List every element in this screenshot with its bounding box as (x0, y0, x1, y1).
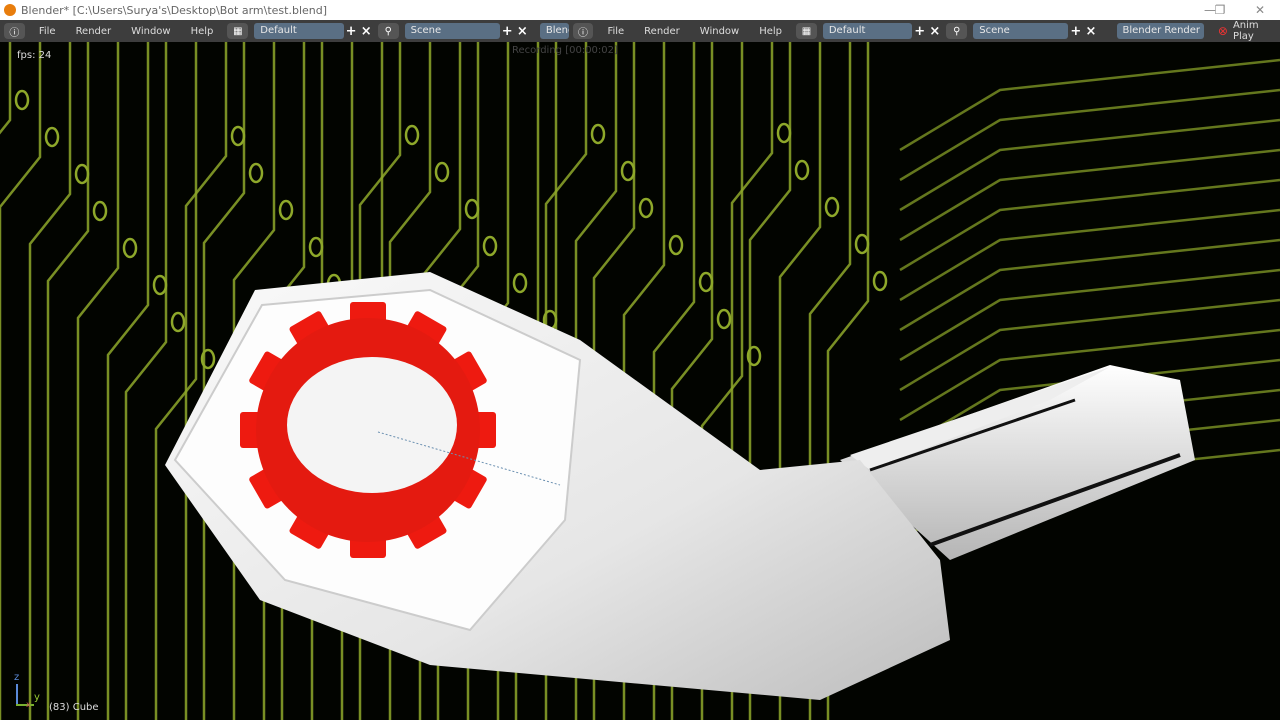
circuit-pad (776, 122, 792, 144)
circuit-pad (92, 200, 108, 222)
circuit-trace (46, 42, 90, 720)
remove-layout-button[interactable]: × (359, 24, 374, 39)
circuit-pad (698, 271, 714, 293)
menu-help-2[interactable]: Help (749, 26, 792, 37)
circuit-trace (76, 42, 120, 720)
menu-render[interactable]: Render (66, 26, 122, 37)
circuit-trace (899, 268, 1280, 362)
circuit-pad (44, 126, 60, 148)
3d-viewport[interactable]: fps: 24 Recording [00:00:02] z y x (83) … (0, 42, 1280, 720)
circuit-trace (899, 58, 1280, 152)
circuit-trace (899, 178, 1280, 272)
menu-file-2[interactable]: File (597, 26, 634, 37)
menu-file[interactable]: File (29, 26, 66, 37)
circuit-pad (170, 311, 186, 333)
circuit-pad (794, 159, 810, 181)
axis-y-label: y (34, 692, 40, 703)
circuit-pad (230, 125, 246, 147)
editor-type-info-icon-2[interactable]: ⓘ (572, 23, 594, 39)
fps-readout: fps: 24 (17, 50, 52, 61)
axis-z-label: z (14, 672, 20, 683)
render-engine-field[interactable]: Blender Render (1116, 23, 1204, 39)
circuit-pad (620, 160, 636, 182)
stop-animation-icon[interactable]: ⊗ (1218, 24, 1228, 38)
layout-icon-2[interactable]: ▦ (796, 23, 817, 39)
window-title: Blender* [C:\Users\Surya's\Desktop\Bot a… (21, 3, 328, 17)
circuit-pad (14, 89, 30, 111)
viewport-scene (0, 42, 1280, 720)
scene-icon-2[interactable]: ⚲ (946, 23, 968, 39)
title-bar: Blender* [C:\Users\Surya's\Desktop\Bot a… (0, 0, 1280, 20)
remove-layout-button-2[interactable]: × (927, 24, 942, 39)
anim-player-label: Anim Play (1232, 20, 1259, 42)
circuit-pad (404, 124, 420, 146)
layout-icon[interactable]: ▦ (227, 23, 249, 39)
circuit-pad (512, 272, 528, 294)
axis-gizmo: z y x (14, 672, 44, 709)
editor-type-info-icon[interactable]: ⓘ (4, 23, 25, 39)
menu-window[interactable]: Window (121, 26, 180, 37)
layout-field-2[interactable]: Default (822, 23, 913, 39)
circuit-trace (899, 88, 1280, 182)
scene-field[interactable]: Scene (404, 23, 500, 39)
menu-window-2[interactable]: Window (690, 26, 749, 37)
circuit-pad (668, 234, 684, 256)
circuit-trace (124, 42, 168, 720)
render-engine-field-truncated[interactable]: Blenc (539, 23, 569, 39)
circuit-pad (872, 270, 888, 292)
info-header: ⓘ File Render Window Help ▦ Default + × ⚲… (0, 20, 1280, 42)
circuit-pad (248, 162, 264, 184)
object-info: (83) Cube (49, 702, 99, 713)
maximize-button[interactable]: ❐ (1200, 0, 1240, 20)
menu-render-2[interactable]: Render (634, 26, 690, 37)
axis-x-label: x (26, 700, 31, 709)
circuit-trace (0, 42, 12, 135)
circuit-pad (122, 237, 138, 259)
circuit-pad (482, 235, 498, 257)
circuit-pad (308, 236, 324, 258)
add-layout-button-2[interactable]: + (912, 24, 927, 39)
add-scene-button-2[interactable]: + (1068, 24, 1083, 39)
circuit-pad (638, 197, 654, 219)
circuit-pad (716, 308, 732, 330)
circuit-trace (154, 42, 198, 720)
circuit-pad (434, 161, 450, 183)
circuit-pad (74, 163, 90, 185)
recording-status: Recording [00:00:02] (512, 45, 618, 56)
layout-field[interactable]: Default (254, 23, 344, 39)
circuit-trace (899, 148, 1280, 242)
add-layout-button[interactable]: + (344, 24, 359, 39)
menu-help[interactable]: Help (181, 26, 224, 37)
circuit-trace (899, 238, 1280, 332)
circuit-pad (464, 198, 480, 220)
circuit-pad (590, 123, 606, 145)
remove-scene-button[interactable]: × (515, 24, 530, 39)
remove-scene-button-2[interactable]: × (1083, 24, 1098, 39)
circuit-trace (106, 42, 150, 720)
circuit-pad (152, 274, 168, 296)
circuit-trace (28, 42, 72, 720)
blender-logo-icon (4, 4, 16, 16)
circuit-trace (899, 208, 1280, 302)
scene-field-2[interactable]: Scene (973, 23, 1069, 39)
circuit-trace (0, 42, 42, 720)
add-scene-button[interactable]: + (500, 24, 515, 39)
close-button[interactable]: ✕ (1240, 0, 1280, 20)
circuit-trace (899, 118, 1280, 212)
circuit-pad (824, 196, 840, 218)
circuit-pad (278, 199, 294, 221)
scene-icon[interactable]: ⚲ (377, 23, 399, 39)
circuit-pad (854, 233, 870, 255)
